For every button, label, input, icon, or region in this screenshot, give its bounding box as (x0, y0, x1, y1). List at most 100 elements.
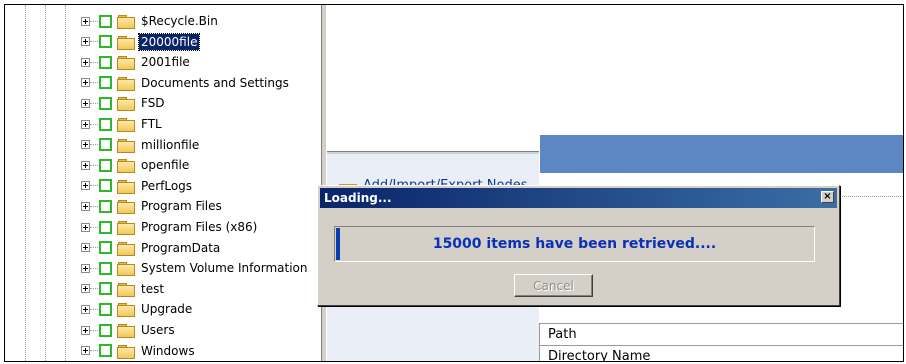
grid-header (539, 135, 903, 173)
expand-plus-icon[interactable] (81, 140, 90, 150)
tree-item-label: FTL (141, 117, 162, 131)
tree-connector (90, 247, 98, 249)
tree-item[interactable]: Users (81, 320, 177, 340)
tree-item-checkbox[interactable] (99, 323, 112, 337)
tree-item[interactable]: Upgrade (81, 299, 194, 319)
tree-connector (90, 226, 98, 228)
tree-connector (90, 102, 98, 104)
expand-plus-icon[interactable] (81, 98, 90, 108)
folder-icon (117, 179, 135, 194)
progress-status-text: 15000 items have been retrieved.... (432, 236, 717, 252)
tree-connector (90, 164, 98, 166)
tree-item[interactable]: FSD (81, 93, 167, 113)
tree-item-checkbox[interactable] (99, 158, 112, 172)
tree-item-checkbox[interactable] (99, 179, 112, 193)
tree-item-label: Windows (141, 343, 195, 358)
tree-item-checkbox[interactable] (99, 199, 112, 213)
tree-item-label: 20000file (137, 32, 201, 51)
tree-connector (90, 205, 98, 207)
tree-item[interactable]: ProgramData (81, 238, 222, 258)
tree-item-checkbox[interactable] (99, 261, 112, 275)
tree-item[interactable]: Program Files (81, 196, 224, 216)
grid-row-directory-name[interactable]: Directory Name (539, 345, 903, 361)
tree-item-checkbox[interactable] (99, 220, 112, 234)
tree-item-checkbox[interactable] (99, 344, 112, 358)
expand-plus-icon[interactable] (81, 263, 90, 273)
folder-icon (117, 261, 135, 277)
tree-item[interactable]: System Volume Information (81, 258, 309, 278)
tree-item[interactable]: PerfLogs (81, 176, 194, 196)
tree-item-checkbox[interactable] (99, 302, 112, 316)
tree-item-label: Users (141, 323, 175, 337)
tree-item[interactable]: Program Files (x86) (81, 217, 259, 237)
folder-icon (117, 55, 135, 71)
tree-item-checkbox[interactable] (99, 35, 112, 49)
tree-connector (90, 82, 98, 84)
tree-item[interactable]: Windows (81, 341, 197, 361)
cancel-button[interactable]: Cancel (514, 274, 593, 297)
folder-icon (117, 158, 135, 174)
tree-item-label: openfile (141, 158, 190, 173)
tree-item-label: test (141, 281, 165, 296)
expand-plus-icon[interactable] (81, 57, 90, 67)
tree-item-label: Program Files (x86) (141, 220, 258, 234)
tree-item-label: Upgrade (141, 302, 193, 317)
close-button[interactable]: × (821, 191, 834, 203)
tree-guide-line (25, 5, 26, 361)
loading-dialog: Loading... × 15000 items have been retri… (317, 185, 840, 306)
tree-item[interactable]: FTL (81, 114, 164, 134)
folder-icon (117, 241, 135, 256)
folder-tree-pane[interactable]: $Recycle.Bin 20000file 2001file Documents a… (5, 5, 321, 361)
tree-connector (90, 288, 98, 290)
tree-connector (90, 61, 98, 63)
tree-item-label: ProgramData (141, 240, 221, 255)
tree-connector (90, 41, 98, 43)
tree-item-checkbox[interactable] (99, 55, 112, 69)
expand-plus-icon[interactable] (81, 16, 90, 26)
tree-item[interactable]: 2001file (81, 52, 192, 72)
folder-icon (117, 302, 135, 318)
tree-item-checkbox[interactable] (99, 138, 112, 152)
tree-item[interactable]: 20000file (81, 32, 201, 52)
progress-bar: 15000 items have been retrieved.... (334, 226, 815, 262)
tree-item[interactable]: millionfile (81, 135, 201, 155)
expand-plus-icon[interactable] (81, 304, 90, 314)
tree-item-checkbox[interactable] (99, 14, 112, 28)
expand-plus-icon[interactable] (81, 243, 90, 253)
tree-guide-line (45, 5, 46, 361)
close-icon: × (823, 191, 832, 202)
expand-plus-icon[interactable] (81, 222, 90, 232)
tree-item[interactable]: $Recycle.Bin (81, 11, 220, 31)
tree-item-label: FSD (141, 96, 165, 111)
tree-item-label: Program Files (141, 199, 222, 214)
tree-item[interactable]: openfile (81, 155, 191, 175)
expand-plus-icon[interactable] (81, 37, 90, 47)
tree-item-checkbox[interactable] (99, 76, 112, 90)
tree-item-checkbox[interactable] (99, 282, 112, 296)
folder-icon (117, 199, 135, 215)
folder-icon (117, 117, 135, 132)
tree-item-label: Documents and Settings (141, 75, 289, 90)
expand-plus-icon[interactable] (81, 284, 90, 294)
tree-item[interactable]: test (81, 279, 166, 299)
expand-plus-icon[interactable] (81, 325, 90, 335)
dialog-titlebar[interactable]: Loading... × (320, 188, 837, 208)
tree-connector (90, 329, 98, 331)
tree-connector (90, 350, 98, 352)
expand-plus-icon[interactable] (81, 78, 90, 88)
folder-icon (117, 96, 135, 112)
expand-plus-icon[interactable] (81, 160, 90, 170)
expand-plus-icon[interactable] (81, 201, 90, 211)
expand-plus-icon[interactable] (81, 346, 90, 356)
tree-item[interactable]: Documents and Settings (81, 73, 291, 93)
expand-plus-icon[interactable] (81, 181, 90, 191)
tree-item-label: millionfile (141, 137, 200, 152)
top-content-area (327, 5, 903, 152)
tree-item-checkbox[interactable] (99, 117, 112, 131)
tree-item-checkbox[interactable] (99, 96, 112, 110)
tree-item-checkbox[interactable] (99, 241, 112, 255)
grid-row-path[interactable]: Path (539, 323, 903, 345)
tree-item-label: $Recycle.Bin (141, 14, 218, 28)
folder-icon (117, 76, 135, 91)
expand-plus-icon[interactable] (81, 119, 90, 129)
